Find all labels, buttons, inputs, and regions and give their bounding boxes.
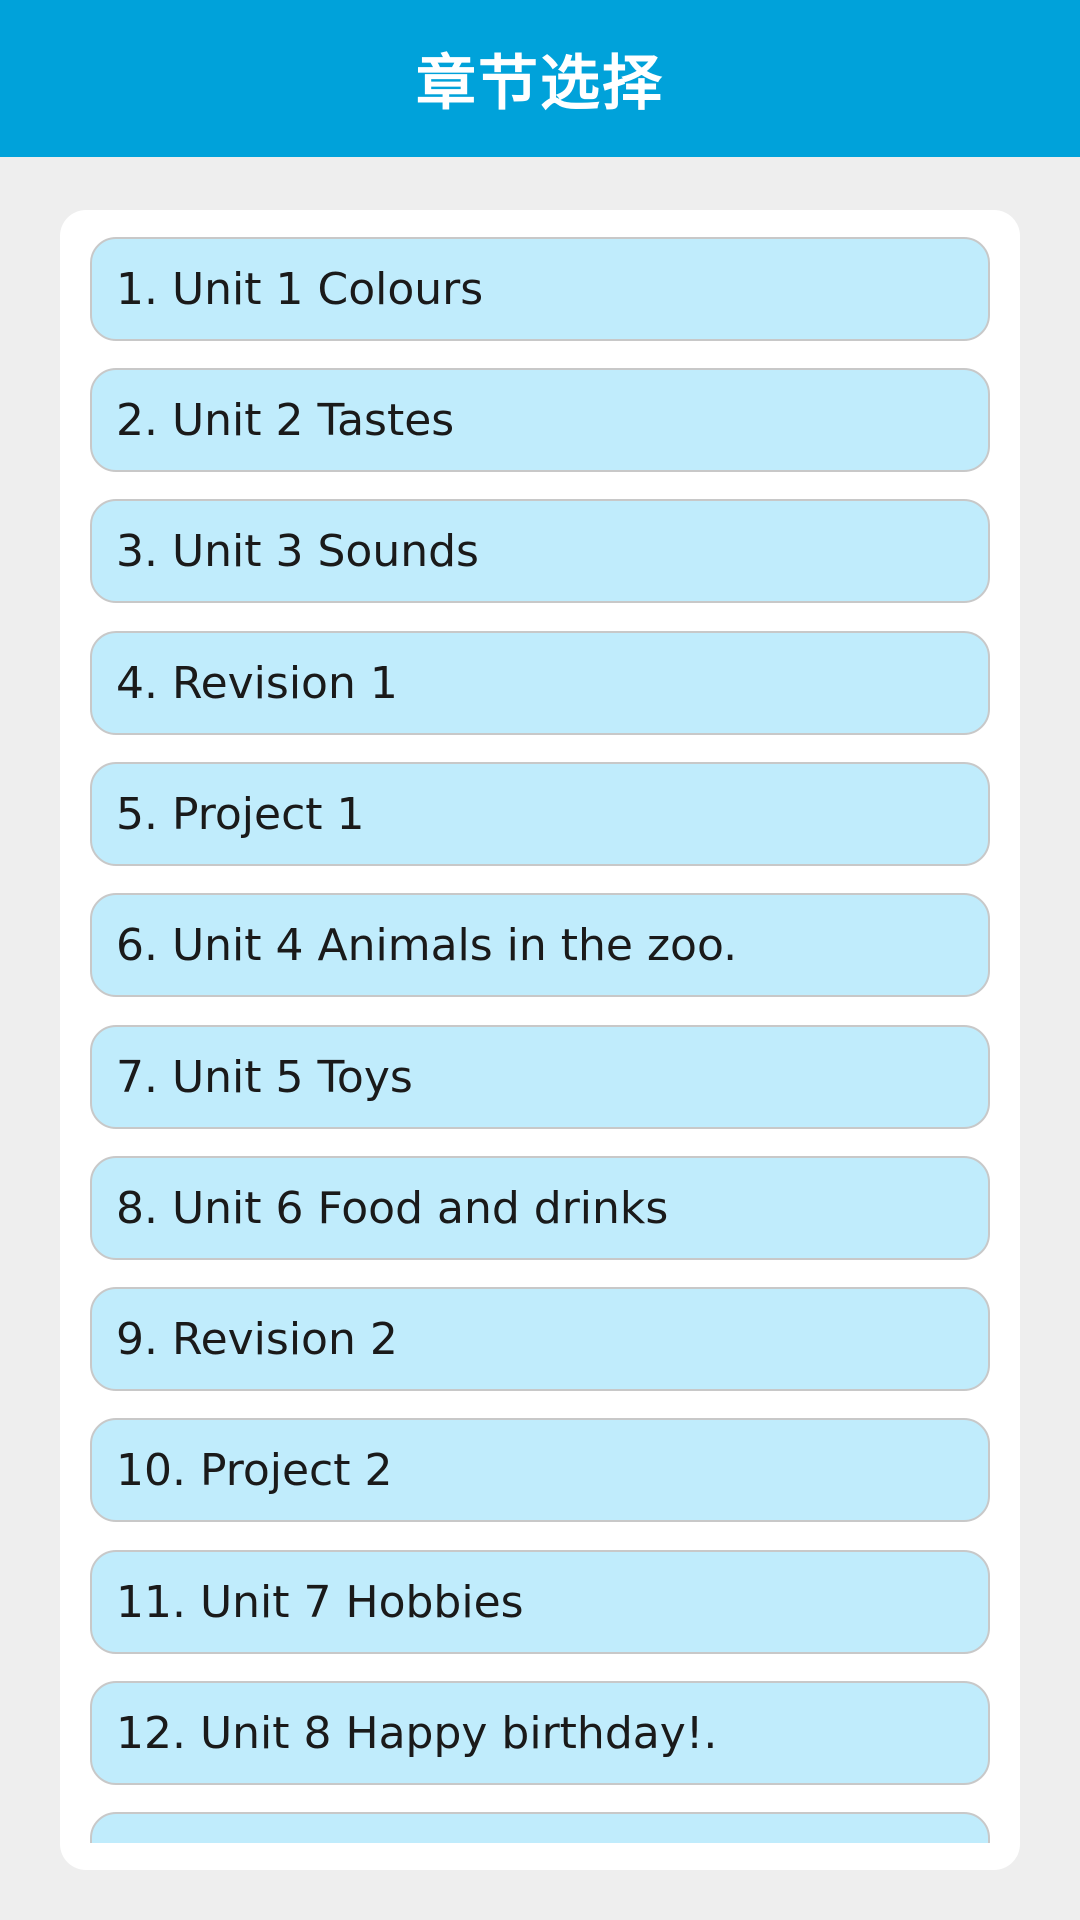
chapter-item[interactable]: 2. Unit 2 Tastes [90,368,990,472]
app-header: 章节选择 [0,0,1080,157]
chapter-item[interactable]: 6. Unit 4 Animals in the zoo. [90,893,990,997]
chapter-label: 12. Unit 8 Happy birthday!. [116,1707,718,1759]
chapter-item[interactable]: 5. Project 1 [90,762,990,866]
chapter-label: 8. Unit 6 Food and drinks [116,1182,669,1234]
chapter-item[interactable]: 4. Revision 1 [90,631,990,735]
chapter-list[interactable]: 1. Unit 1 Colours 2. Unit 2 Tastes 3. Un… [90,237,990,1843]
chapter-label: 11. Unit 7 Hobbies [116,1576,524,1628]
chapter-item[interactable]: 10. Project 2 [90,1418,990,1522]
chapter-item[interactable]: 8. Unit 6 Food and drinks [90,1156,990,1260]
chapter-label: 5. Project 1 [116,788,365,840]
chapter-item[interactable]: 12. Unit 8 Happy birthday!. [90,1681,990,1785]
chapter-label: 4. Revision 1 [116,657,398,709]
chapter-item[interactable]: 7. Unit 5 Toys [90,1025,990,1129]
chapter-label: 6. Unit 4 Animals in the zoo. [116,919,738,971]
chapter-item[interactable]: 1. Unit 1 Colours [90,237,990,341]
chapter-item[interactable]: 9. Revision 2 [90,1287,990,1391]
chapter-label: 7. Unit 5 Toys [116,1051,413,1103]
chapter-list-card: 1. Unit 1 Colours 2. Unit 2 Tastes 3. Un… [60,210,1020,1870]
chapter-label: 9. Revision 2 [116,1313,398,1365]
chapter-label: 3. Unit 3 Sounds [116,525,479,577]
page-title: 章节选择 [416,49,664,119]
chapter-label: 10. Project 2 [116,1444,393,1496]
chapter-label: 1. Unit 1 Colours [116,263,484,315]
chapter-item[interactable]: 11. Unit 7 Hobbies [90,1550,990,1654]
chapter-item-partial[interactable] [90,1812,990,1843]
chapter-item[interactable]: 3. Unit 3 Sounds [90,499,990,603]
chapter-label: 2. Unit 2 Tastes [116,394,455,446]
